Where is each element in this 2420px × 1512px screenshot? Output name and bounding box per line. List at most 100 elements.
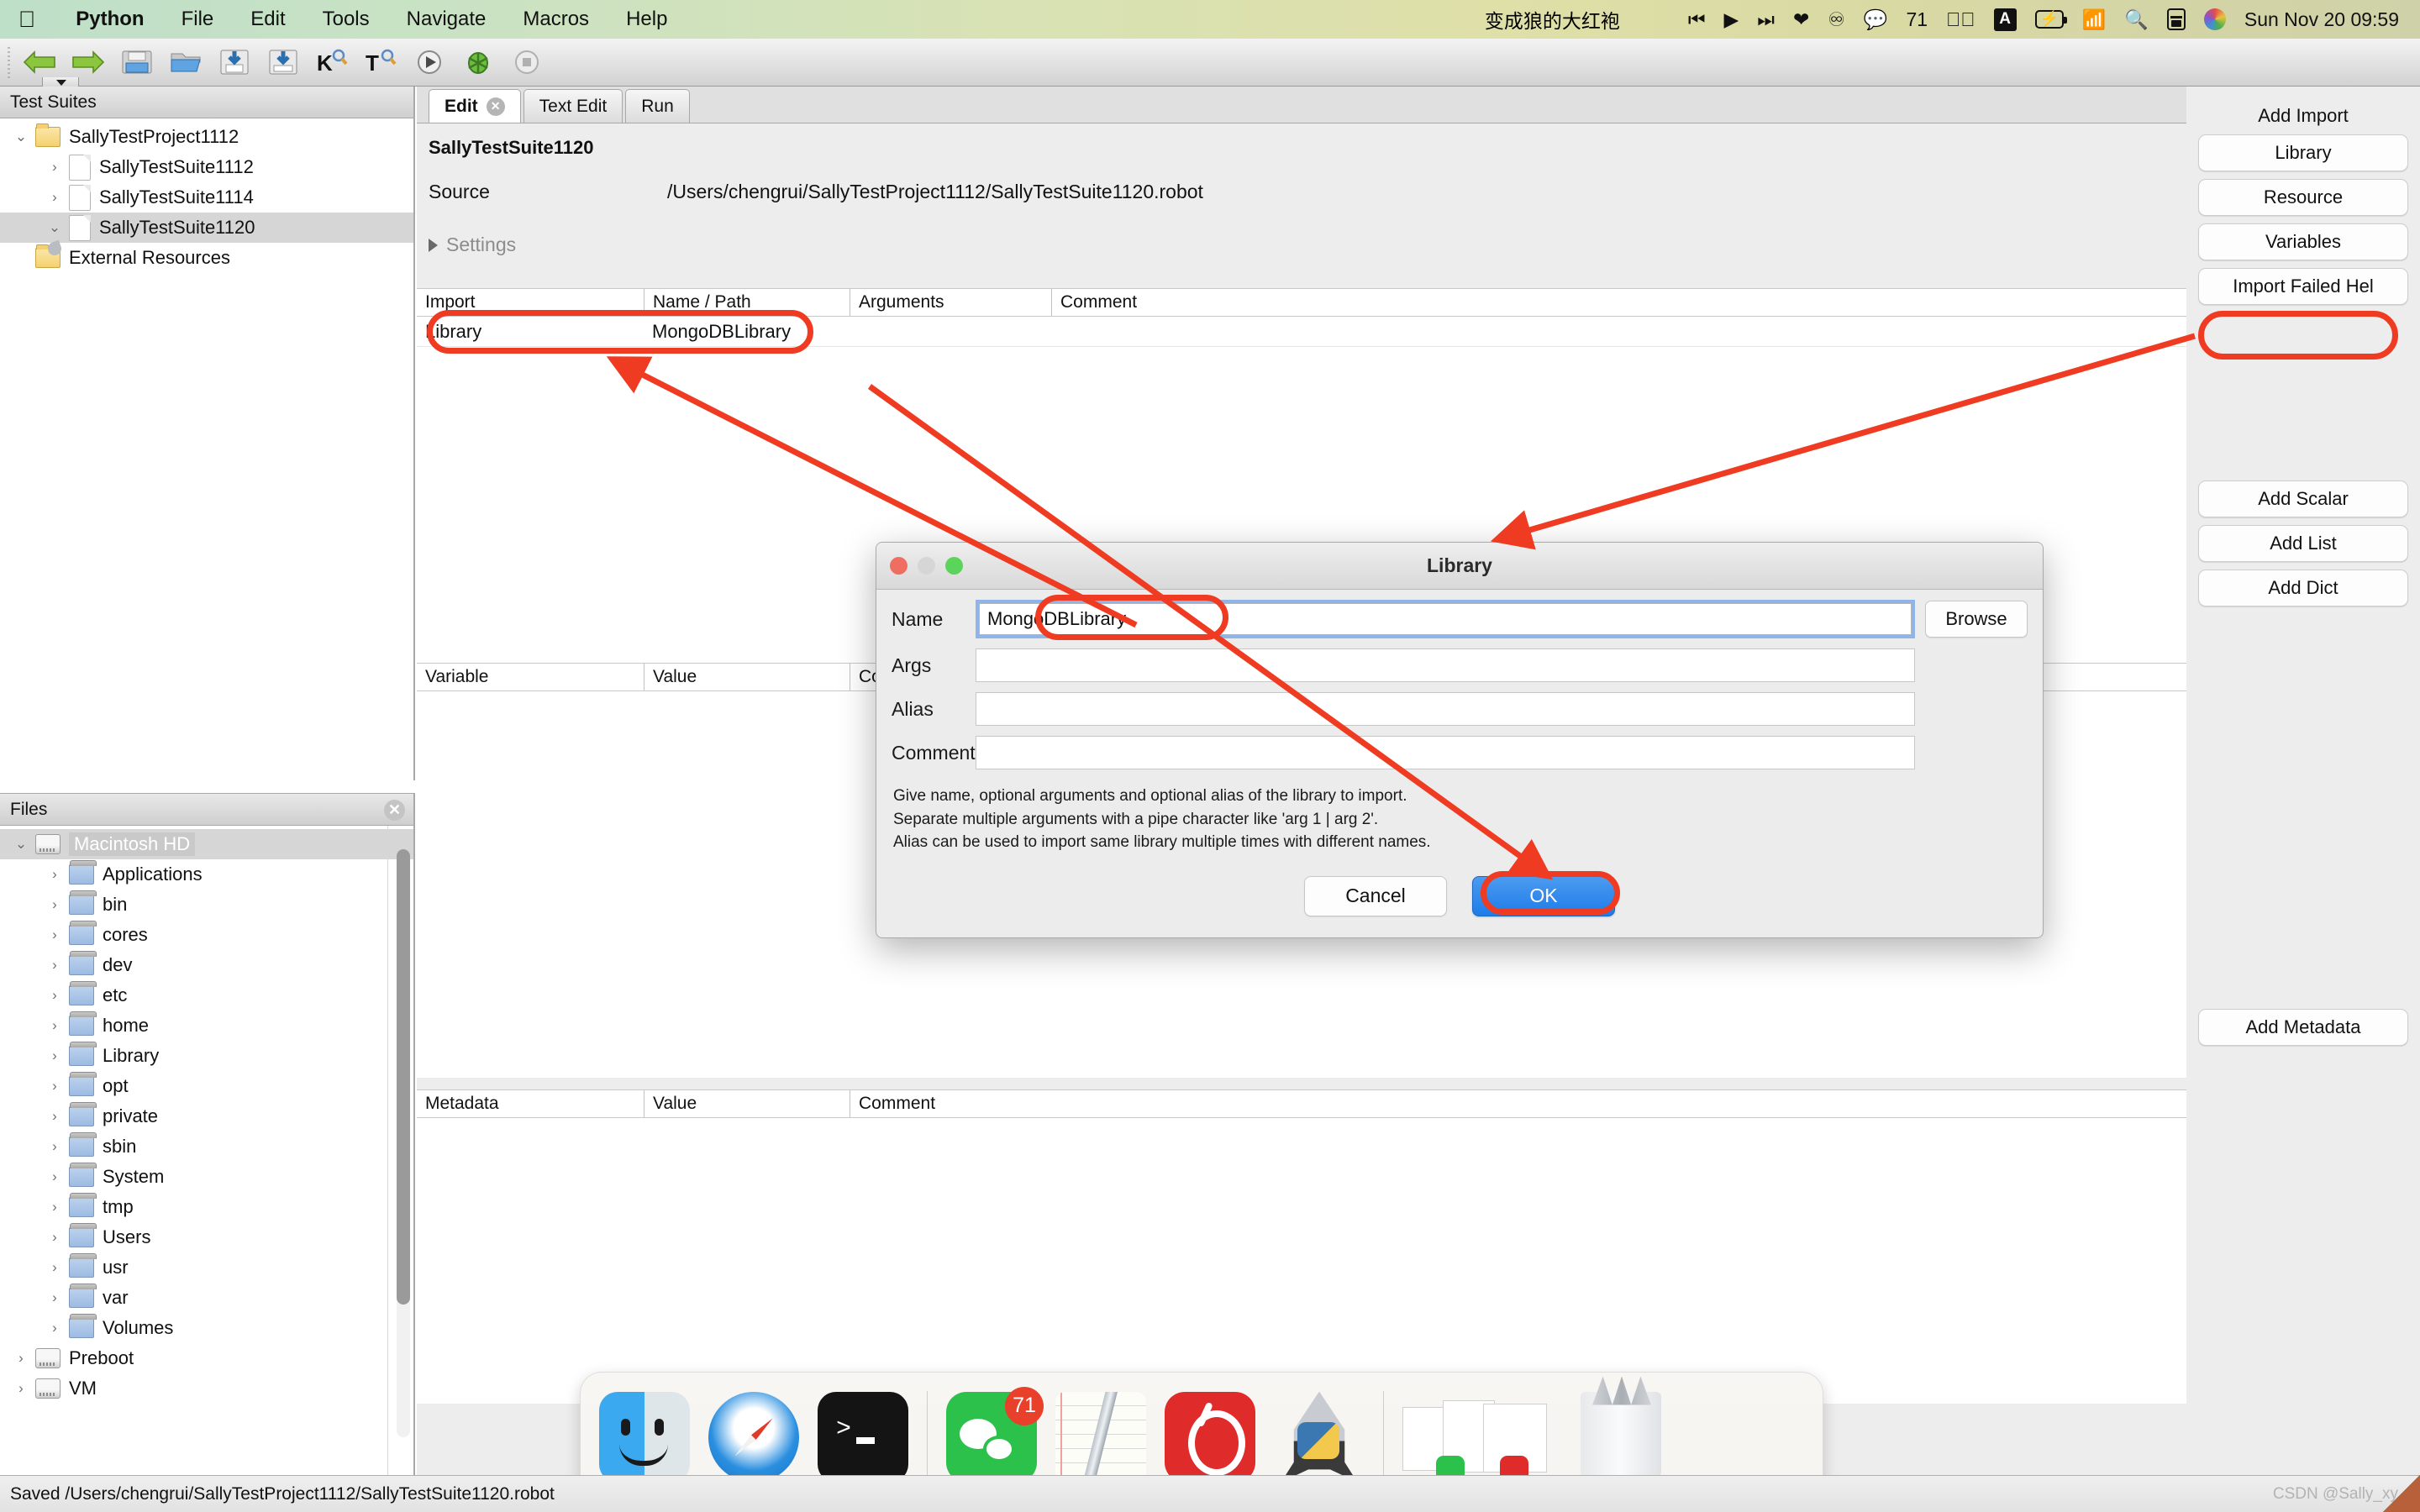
save-as-icon[interactable] bbox=[261, 44, 305, 81]
chevron-right-icon[interactable]: › bbox=[40, 866, 69, 883]
chevron-down-icon[interactable]: ⌄ bbox=[40, 219, 69, 236]
input-source-icon[interactable]: A bbox=[1985, 8, 2026, 31]
maximize-button[interactable] bbox=[945, 557, 963, 575]
add-variables-button[interactable]: Variables bbox=[2198, 223, 2408, 260]
chevron-right-icon[interactable]: › bbox=[40, 896, 69, 913]
add-library-button[interactable]: Library bbox=[2198, 134, 2408, 171]
apple-icon[interactable]:  bbox=[18, 8, 35, 31]
forward-arrow-icon[interactable] bbox=[66, 44, 110, 81]
suites-tree-item[interactable]: › SallyTestSuite1112 bbox=[0, 152, 413, 182]
minimize-button[interactable] bbox=[918, 557, 935, 575]
save-icon[interactable] bbox=[213, 44, 256, 81]
dock-item-trash[interactable] bbox=[1581, 1391, 1661, 1483]
chevron-right-icon[interactable]: › bbox=[40, 1320, 69, 1336]
add-metadata-button[interactable]: Add Metadata bbox=[2198, 1009, 2408, 1046]
dock-item-minimized-windows[interactable] bbox=[1402, 1392, 1562, 1484]
menu-item-file[interactable]: File bbox=[163, 8, 233, 31]
files-tree-item[interactable]: › bin bbox=[0, 890, 413, 920]
files-tree-item[interactable]: › tmp bbox=[0, 1192, 413, 1222]
run-icon[interactable] bbox=[408, 44, 451, 81]
suites-tree-item[interactable]: External Resources bbox=[0, 243, 413, 273]
settings-section-toggle[interactable]: Settings bbox=[417, 234, 2420, 256]
files-tree-item[interactable]: › System bbox=[0, 1162, 413, 1192]
screen-record-icon[interactable]: ▶⃝ bbox=[1937, 8, 1985, 31]
close-button[interactable] bbox=[890, 557, 908, 575]
dock-item-pycharm-rocket[interactable] bbox=[1274, 1391, 1365, 1499]
previous-track-icon[interactable]: ⏮ bbox=[1679, 8, 1715, 31]
files-tree-item[interactable]: › cores bbox=[0, 920, 413, 950]
menu-item-macros[interactable]: Macros bbox=[504, 8, 608, 31]
menu-item-edit[interactable]: Edit bbox=[232, 8, 303, 31]
source-value[interactable]: /Users/chengrui/SallyTestProject1112/Sal… bbox=[664, 176, 2269, 208]
alias-field[interactable] bbox=[976, 692, 1915, 726]
tab-text-edit[interactable]: Text Edit bbox=[523, 89, 623, 123]
files-tree-item[interactable]: › opt bbox=[0, 1071, 413, 1101]
stop-icon[interactable] bbox=[505, 44, 549, 81]
chevron-right-icon[interactable]: › bbox=[40, 1047, 69, 1064]
cell-name-path[interactable]: MongoDBLibrary bbox=[644, 317, 850, 346]
cell-comment[interactable] bbox=[1051, 317, 2186, 346]
chevron-down-icon[interactable]: ⌄ bbox=[7, 836, 35, 853]
control-center-icon[interactable] bbox=[2158, 8, 2195, 30]
close-icon[interactable]: ✕ bbox=[384, 800, 405, 821]
color-wheel-icon[interactable] bbox=[2195, 8, 2235, 30]
comment-field[interactable] bbox=[976, 736, 1915, 769]
cell-import[interactable]: Library bbox=[417, 317, 644, 346]
dock-item-netease-music[interactable] bbox=[1165, 1391, 1255, 1499]
browse-button[interactable]: Browse bbox=[1925, 601, 2028, 638]
files-tree-item[interactable]: › VM bbox=[0, 1373, 413, 1404]
chevron-right-icon[interactable]: › bbox=[40, 927, 69, 943]
menu-item-help[interactable]: Help bbox=[608, 8, 686, 31]
search-test-icon[interactable]: T bbox=[359, 44, 402, 81]
search-keyword-icon[interactable]: K bbox=[310, 44, 354, 81]
dock-item-finder[interactable] bbox=[599, 1391, 690, 1499]
files-tree-item[interactable]: › Applications bbox=[0, 859, 413, 890]
name-field[interactable]: MongoDBLibrary bbox=[976, 600, 1915, 638]
files-tree-item[interactable]: › Preboot bbox=[0, 1343, 413, 1373]
open-folder-icon[interactable] bbox=[164, 44, 208, 81]
files-scrollbar-thumb[interactable] bbox=[397, 849, 410, 1305]
chevron-right-icon[interactable]: › bbox=[40, 189, 69, 206]
battery-charging-icon[interactable]: ⚡ bbox=[2026, 10, 2073, 29]
chevron-down-icon[interactable]: ⌄ bbox=[7, 129, 35, 145]
dock-item-terminal[interactable] bbox=[818, 1391, 908, 1499]
dock-item-safari[interactable] bbox=[708, 1391, 799, 1499]
chevron-right-icon[interactable]: › bbox=[40, 1017, 69, 1034]
add-dict-button[interactable]: Add Dict bbox=[2198, 570, 2408, 606]
chevron-right-icon[interactable]: › bbox=[40, 1259, 69, 1276]
menu-item-tools[interactable]: Tools bbox=[304, 8, 388, 31]
menu-app-name[interactable]: Python bbox=[57, 8, 162, 31]
files-tree-item[interactable]: › home bbox=[0, 1011, 413, 1041]
files-tree-item[interactable]: › usr bbox=[0, 1252, 413, 1283]
ok-button[interactable]: OK bbox=[1472, 875, 1615, 916]
chevron-right-icon[interactable]: › bbox=[40, 1199, 69, 1215]
test-suites-tree[interactable]: ⌄ SallyTestProject1112 › SallyTestSuite1112… bbox=[0, 118, 413, 273]
heart-icon[interactable]: ❤ bbox=[1784, 8, 1818, 31]
play-icon[interactable]: ▶ bbox=[1715, 8, 1749, 31]
files-tree-item[interactable]: › sbin bbox=[0, 1131, 413, 1162]
tab-run[interactable]: Run bbox=[625, 89, 690, 123]
chevron-right-icon[interactable]: › bbox=[40, 1168, 69, 1185]
dialog-titlebar[interactable]: Library bbox=[876, 543, 2043, 590]
chevron-right-icon[interactable]: › bbox=[40, 1078, 69, 1095]
metadata-table-empty-space[interactable] bbox=[417, 1118, 2186, 1404]
add-resource-button[interactable]: Resource bbox=[2198, 179, 2408, 216]
suites-tree-item[interactable]: › SallyTestSuite1114 bbox=[0, 182, 413, 213]
files-tree-item[interactable]: › Users bbox=[0, 1222, 413, 1252]
files-tree-item[interactable]: › private bbox=[0, 1101, 413, 1131]
files-tree-item[interactable]: › var bbox=[0, 1283, 413, 1313]
suites-tree-item[interactable]: ⌄ SallyTestSuite1120 bbox=[0, 213, 413, 243]
files-tree-item[interactable]: › Library bbox=[0, 1041, 413, 1071]
close-icon[interactable]: ✕ bbox=[486, 97, 505, 116]
files-tree[interactable]: ⌄ Macintosh HD › Applications › bin › cores › dev… bbox=[0, 826, 413, 1404]
editor-tabbar[interactable]: Edit ✕ Text Edit Run bbox=[417, 87, 2420, 123]
debug-icon[interactable] bbox=[456, 44, 500, 81]
cancel-button[interactable]: Cancel bbox=[1304, 875, 1447, 916]
wechat-icon[interactable]: 💬 bbox=[1854, 8, 1897, 31]
files-tree-item[interactable]: › etc bbox=[0, 980, 413, 1011]
menu-clock[interactable]: Sun Nov 20 09:59 bbox=[2235, 8, 2408, 31]
chevron-right-icon[interactable]: › bbox=[40, 1229, 69, 1246]
table-row[interactable]: Library MongoDBLibrary bbox=[417, 317, 2186, 347]
menu-user-name[interactable]: 变成狼的大红袍 bbox=[1485, 5, 1679, 34]
toolbar-grip[interactable] bbox=[3, 45, 15, 79]
